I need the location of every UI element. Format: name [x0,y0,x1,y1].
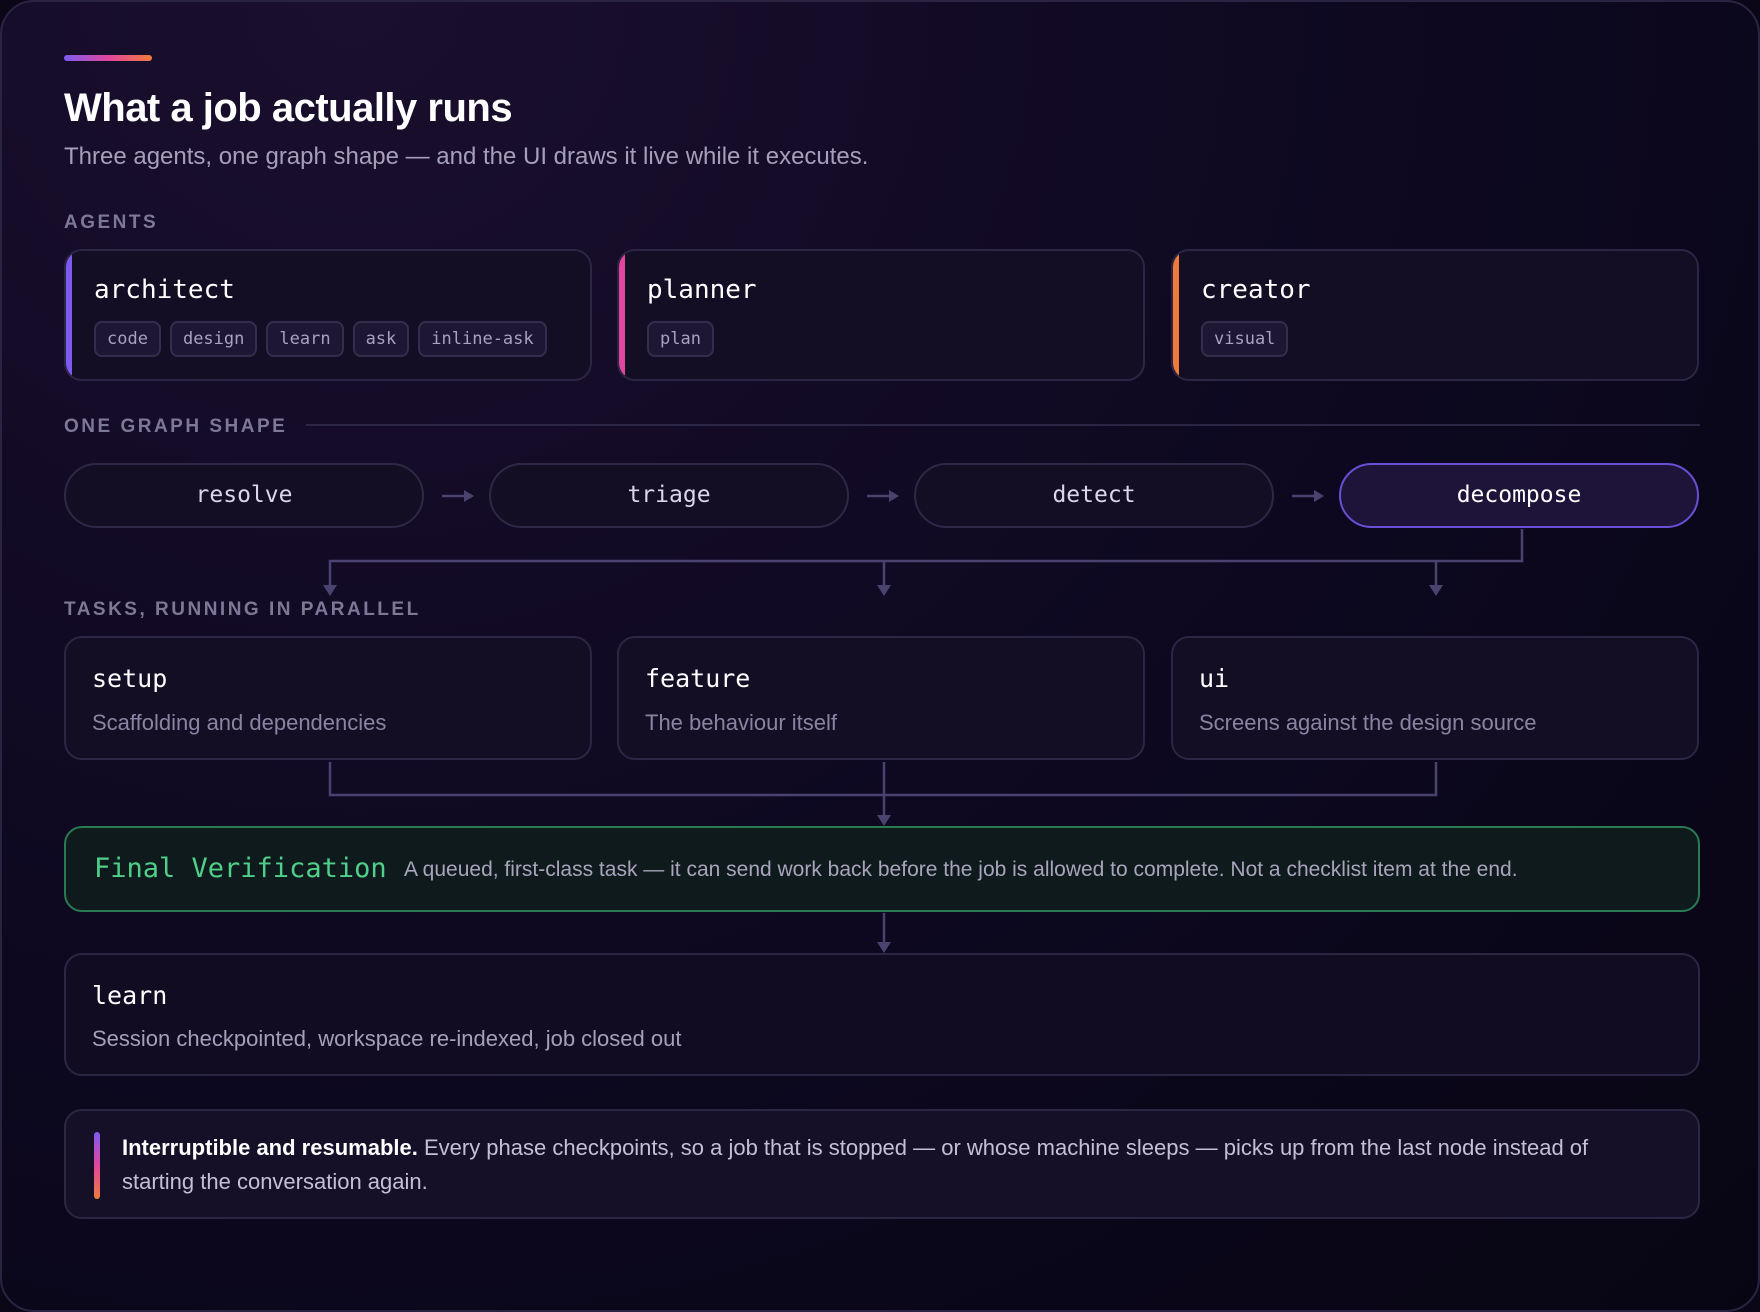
chip: learn [266,321,344,357]
diagram-card: What a job actually runs Three agents, o… [0,0,1760,1312]
section-divider [306,424,1700,426]
note-text: Interruptible and resumable. Every phase… [122,1131,1662,1199]
agent-chips: visual [1201,321,1289,357]
page-title: What a job actually runs [64,86,513,130]
agent-card-architect: architect code design learn ask inline-a… [64,249,592,381]
fanout-setup [328,529,1524,586]
task-desc: The behaviour itself [645,710,837,735]
graph-node-triage: triage [489,463,849,528]
learn-name: learn [92,981,168,1010]
arrowhead [1314,490,1324,502]
arrowhead [877,815,891,826]
arrowhead [889,490,899,502]
task-card-ui: ui Screens against the design source [1171,636,1699,760]
note-stripe [94,1132,100,1199]
chip: design [169,321,258,357]
agent-stripe [1173,251,1179,379]
agent-name: planner [647,275,757,305]
final-verification-desc: A queued, first-class task — it can send… [404,858,1518,881]
task-name: ui [1199,664,1230,693]
task-card-feature: feature The behaviour itself [617,636,1145,760]
chip: code [94,321,161,357]
section-label-agents: AGENTS [64,212,159,233]
task-card-setup: setup Scaffolding and dependencies [64,636,592,760]
arrowhead [323,585,337,596]
chip: plan [647,321,714,357]
arrowhead [1429,585,1443,596]
section-label-graph: ONE GRAPH SHAPE [64,416,288,437]
task-name: feature [645,664,751,693]
arrowhead [464,490,474,502]
learn-desc: Session checkpointed, workspace re-index… [92,1026,682,1051]
graph-node-decompose: decompose [1339,463,1699,528]
agent-card-creator: creator visual [1171,249,1699,381]
agent-stripe [619,251,625,379]
chip: inline-ask [418,321,547,357]
agent-name: architect [94,275,235,305]
agent-chips: code design learn ask inline-ask [94,321,547,357]
task-name: setup [92,664,168,693]
agent-card-planner: planner plan [617,249,1145,381]
agent-stripe [66,251,72,379]
accent-bar [64,55,152,61]
section-label-tasks: TASKS, RUNNING IN PARALLEL [64,599,421,620]
chip: ask [352,321,410,357]
note-bold: Interruptible and resumable. [122,1135,418,1160]
arrowhead [877,585,891,596]
arrowhead [877,942,891,953]
graph-node-detect: detect [914,463,1274,528]
final-verification-name: Final Verification [94,853,387,884]
graph-node-resolve: resolve [64,463,424,528]
chip: visual [1201,321,1289,357]
task-desc: Screens against the design source [1199,710,1537,735]
resumable-note: Interruptible and resumable. Every phase… [64,1109,1700,1219]
fanin-lines [328,762,1438,797]
task-desc: Scaffolding and dependencies [92,710,387,735]
learn-card: learn Session checkpointed, workspace re… [64,953,1700,1076]
page-subtitle: Three agents, one graph shape — and the … [64,143,869,170]
final-verification-card: Final Verification A queued, first-class… [64,826,1700,912]
agent-chips: plan [647,321,714,357]
agent-name: creator [1201,275,1311,305]
